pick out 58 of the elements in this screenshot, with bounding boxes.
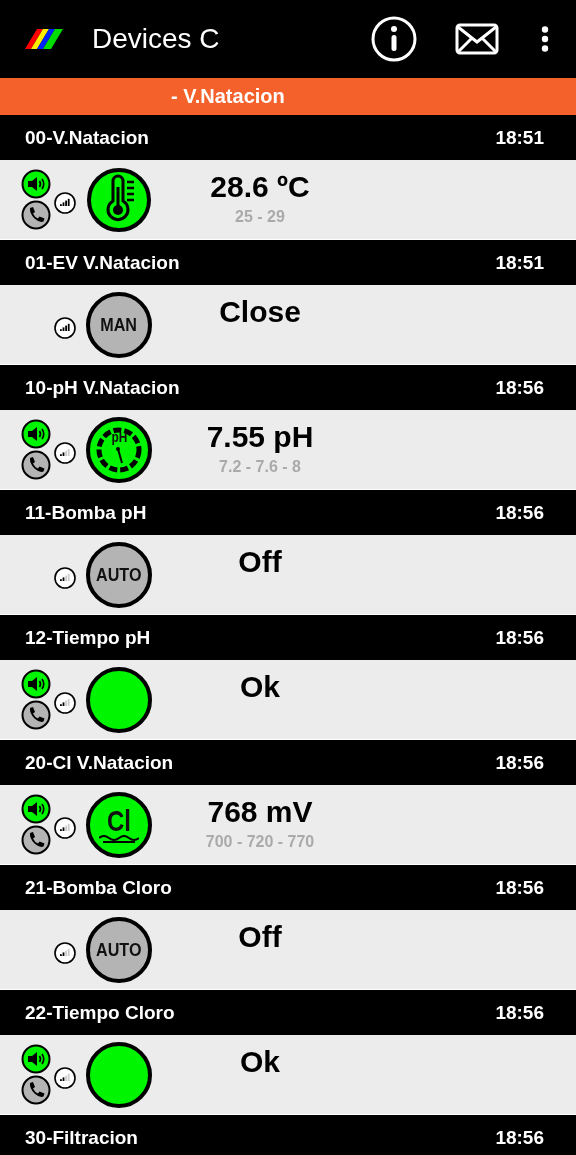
chlorine-icon: Cl xyxy=(86,791,152,858)
device-value: Close xyxy=(219,295,301,329)
mode-indicator: AUTO xyxy=(86,541,152,608)
device-time: 18:56 xyxy=(495,501,544,524)
device-value: Ok xyxy=(240,670,280,704)
device-name: 21-Bomba Cloro xyxy=(25,876,172,899)
phone-icon[interactable] xyxy=(21,450,51,480)
speaker-icon[interactable] xyxy=(21,169,51,199)
speaker-icon[interactable] xyxy=(21,669,51,699)
device-value: 28.6 ºC xyxy=(210,170,310,204)
device-time: 18:51 xyxy=(495,126,544,149)
device-header[interactable]: 00-V.Natacion 18:51 xyxy=(0,115,576,160)
device-value: 768 mV xyxy=(207,795,313,829)
device-name: 00-V.Natacion xyxy=(25,126,149,149)
device-name: 01-EV V.Natacion xyxy=(25,251,180,274)
phone-icon[interactable] xyxy=(21,700,51,730)
mode-indicator: AUTO xyxy=(86,916,152,983)
range-text: 25 - 29 xyxy=(235,208,285,226)
speaker-icon[interactable] xyxy=(21,794,51,824)
device-name: 30-Filtracion xyxy=(25,1126,138,1149)
speaker-icon[interactable] xyxy=(21,1044,51,1074)
device-header[interactable]: 01-EV V.Natacion 18:51 xyxy=(0,240,576,285)
device-time: 18:56 xyxy=(495,626,544,649)
device-time: 18:56 xyxy=(495,876,544,899)
mode-indicator: MAN xyxy=(86,291,152,358)
device-time: 18:51 xyxy=(495,251,544,274)
device-header[interactable]: 20-Cl V.Natacion 18:56 xyxy=(0,740,576,785)
device-name: 22-Tiempo Cloro xyxy=(25,1001,175,1024)
device-name: 12-Tiempo pH xyxy=(25,626,151,649)
device-name: 20-Cl V.Natacion xyxy=(25,751,174,774)
phone-icon[interactable] xyxy=(21,200,51,230)
phone-icon[interactable] xyxy=(21,1075,51,1105)
device-time: 18:56 xyxy=(495,1126,544,1149)
range-text: 7.2 - 7.6 - 8 xyxy=(219,458,301,476)
overflow-menu-icon[interactable] xyxy=(541,26,549,52)
device-header[interactable]: 11-Bomba pH 18:56 xyxy=(0,490,576,535)
device-header[interactable]: 12-Tiempo pH 18:56 xyxy=(0,615,576,660)
device-name: 11-Bomba pH xyxy=(25,501,147,524)
ph-gauge-icon: pH xyxy=(86,416,152,483)
info-icon[interactable] xyxy=(371,16,417,62)
group-title: - V.Natacion xyxy=(171,85,285,108)
speaker-icon[interactable] xyxy=(21,419,51,449)
device-time: 18:56 xyxy=(495,376,544,399)
device-value: 7.55 pH xyxy=(206,420,314,454)
app-title: Devices C xyxy=(92,23,220,55)
mail-icon[interactable] xyxy=(455,23,499,55)
device-value: Ok xyxy=(240,1045,280,1079)
device-header[interactable]: 30-Filtracion 18:56 xyxy=(0,1115,576,1155)
range-text: 700 - 720 - 770 xyxy=(205,833,315,851)
device-name: 10-pH V.Natacion xyxy=(25,376,180,399)
device-time: 18:56 xyxy=(495,1001,544,1024)
device-time: 18:56 xyxy=(495,751,544,774)
device-value: Off xyxy=(238,920,282,954)
device-header[interactable]: 22-Tiempo Cloro 18:56 xyxy=(0,990,576,1035)
device-value: Off xyxy=(238,545,282,579)
device-header[interactable]: 21-Bomba Cloro 18:56 xyxy=(0,865,576,910)
phone-icon[interactable] xyxy=(21,825,51,855)
device-header[interactable]: 10-pH V.Natacion 18:56 xyxy=(0,365,576,410)
